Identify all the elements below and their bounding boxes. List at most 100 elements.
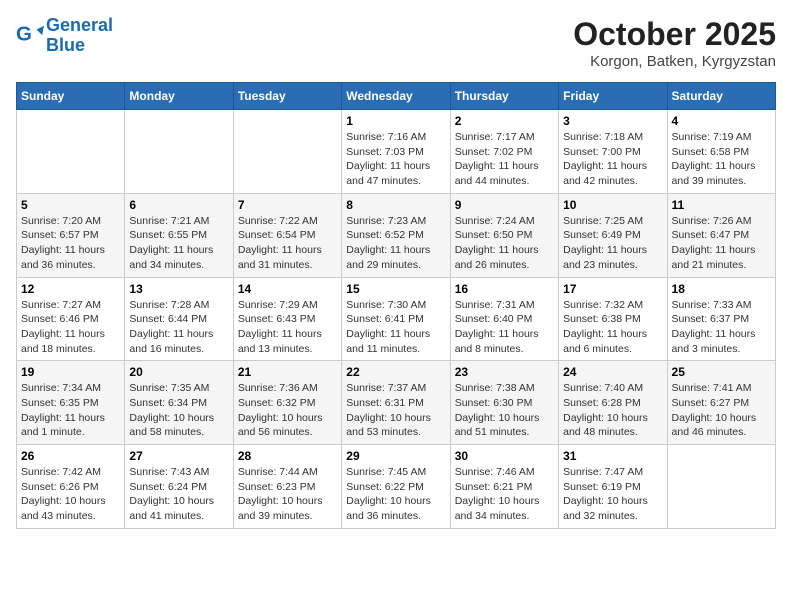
calendar-cell: 23 Sunrise: 7:38 AM Sunset: 6:30 PM Dayli… <box>450 361 558 445</box>
day-number: 15 <box>346 282 445 296</box>
week-row-2: 5Sunrise: 7:20 AM Sunset: 6:57 PM Daylig… <box>17 193 776 277</box>
day-number: 16 <box>455 282 554 296</box>
day-number: 28 <box>238 449 337 463</box>
day-info: Sunrise: 7:17 AM Sunset: 7:02 PM Dayligh… <box>455 130 554 189</box>
weekday-header-sunday: Sunday <box>17 83 125 110</box>
day-number: 19 <box>21 365 120 379</box>
day-info: Sunrise: 7:33 AM Sunset: 6:37 PM Dayligh… <box>672 298 771 357</box>
day-info: Sunrise: 7:30 AM Sunset: 6:41 PM Dayligh… <box>346 298 445 357</box>
day-info: Sunrise: 7:27 AM Sunset: 6:46 PM Dayligh… <box>21 298 120 357</box>
calendar-cell: 10 Sunrise: 7:25 AM Sunset: 6:49 PM Dayli… <box>559 193 667 277</box>
day-number: 14 <box>238 282 337 296</box>
calendar-cell: 2 Sunrise: 7:17 AM Sunset: 7:02 PM Daylig… <box>450 110 558 194</box>
calendar-cell: 13Sunrise: 7:28 AM Sunset: 6:44 PM Dayli… <box>125 277 233 361</box>
calendar-cell: 11 Sunrise: 7:26 AM Sunset: 6:47 PM Dayli… <box>667 193 775 277</box>
logo-text: General Blue <box>46 16 113 56</box>
day-number: 8 <box>346 198 445 212</box>
calendar-cell: 27 Sunrise: 7:43 AM Sunset: 6:24 PM Dayli… <box>125 445 233 529</box>
day-number: 2 <box>455 114 554 128</box>
day-info: Sunrise: 7:21 AM Sunset: 6:55 PM Dayligh… <box>129 214 228 273</box>
weekday-header-thursday: Thursday <box>450 83 558 110</box>
weekday-header-tuesday: Tuesday <box>233 83 341 110</box>
day-info: Sunrise: 7:36 AM Sunset: 6:32 PM Dayligh… <box>238 381 337 440</box>
day-info: Sunrise: 7:29 AM Sunset: 6:43 PM Dayligh… <box>238 298 337 357</box>
day-info: Sunrise: 7:22 AM Sunset: 6:54 PM Dayligh… <box>238 214 337 273</box>
day-number: 3 <box>563 114 662 128</box>
calendar-cell: 6Sunrise: 7:21 AM Sunset: 6:55 PM Daylig… <box>125 193 233 277</box>
day-info: Sunrise: 7:19 AM Sunset: 6:58 PM Dayligh… <box>672 130 771 189</box>
logo-line2: Blue <box>46 35 85 55</box>
day-number: 18 <box>672 282 771 296</box>
day-number: 23 <box>455 365 554 379</box>
weekday-header-wednesday: Wednesday <box>342 83 450 110</box>
day-number: 13 <box>129 282 228 296</box>
day-number: 21 <box>238 365 337 379</box>
calendar-cell: 8Sunrise: 7:23 AM Sunset: 6:52 PM Daylig… <box>342 193 450 277</box>
day-info: Sunrise: 7:43 AM Sunset: 6:24 PM Dayligh… <box>129 465 228 524</box>
calendar-cell: 5Sunrise: 7:20 AM Sunset: 6:57 PM Daylig… <box>17 193 125 277</box>
day-number: 5 <box>21 198 120 212</box>
day-number: 26 <box>21 449 120 463</box>
day-info: Sunrise: 7:47 AM Sunset: 6:19 PM Dayligh… <box>563 465 662 524</box>
calendar-cell: 15 Sunrise: 7:30 AM Sunset: 6:41 PM Dayli… <box>342 277 450 361</box>
day-info: Sunrise: 7:37 AM Sunset: 6:31 PM Dayligh… <box>346 381 445 440</box>
calendar-cell: 31 Sunrise: 7:47 AM Sunset: 6:19 PM Dayli… <box>559 445 667 529</box>
calendar-cell: 30 Sunrise: 7:46 AM Sunset: 6:21 PM Dayli… <box>450 445 558 529</box>
calendar-cell: 9Sunrise: 7:24 AM Sunset: 6:50 PM Daylig… <box>450 193 558 277</box>
day-info: Sunrise: 7:46 AM Sunset: 6:21 PM Dayligh… <box>455 465 554 524</box>
calendar-cell <box>125 110 233 194</box>
calendar-cell: 24Sunrise: 7:40 AM Sunset: 6:28 PM Dayli… <box>559 361 667 445</box>
week-row-3: 12 Sunrise: 7:27 AM Sunset: 6:46 PM Dayli… <box>17 277 776 361</box>
day-number: 12 <box>21 282 120 296</box>
calendar-cell: 18 Sunrise: 7:33 AM Sunset: 6:37 PM Dayli… <box>667 277 775 361</box>
day-number: 11 <box>672 198 771 212</box>
title-block: October 2025 Korgon, Batken, Kyrgyzstan <box>573 16 776 70</box>
calendar-cell: 17Sunrise: 7:32 AM Sunset: 6:38 PM Dayli… <box>559 277 667 361</box>
day-info: Sunrise: 7:34 AM Sunset: 6:35 PM Dayligh… <box>21 381 120 440</box>
weekday-header-friday: Friday <box>559 83 667 110</box>
day-number: 25 <box>672 365 771 379</box>
logo-line1: General <box>46 15 113 35</box>
page-header: G General Blue October 2025 Korgon, Batk… <box>16 16 776 70</box>
day-info: Sunrise: 7:35 AM Sunset: 6:34 PM Dayligh… <box>129 381 228 440</box>
calendar-cell: 21 Sunrise: 7:36 AM Sunset: 6:32 PM Dayli… <box>233 361 341 445</box>
calendar-cell: 29Sunrise: 7:45 AM Sunset: 6:22 PM Dayli… <box>342 445 450 529</box>
day-info: Sunrise: 7:25 AM Sunset: 6:49 PM Dayligh… <box>563 214 662 273</box>
calendar-cell: 4 Sunrise: 7:19 AM Sunset: 6:58 PM Daylig… <box>667 110 775 194</box>
calendar-cell: 16Sunrise: 7:31 AM Sunset: 6:40 PM Dayli… <box>450 277 558 361</box>
week-row-1: 1Sunrise: 7:16 AM Sunset: 7:03 PM Daylig… <box>17 110 776 194</box>
day-number: 22 <box>346 365 445 379</box>
calendar-cell <box>17 110 125 194</box>
day-number: 27 <box>129 449 228 463</box>
day-number: 9 <box>455 198 554 212</box>
calendar-cell: 22 Sunrise: 7:37 AM Sunset: 6:31 PM Dayli… <box>342 361 450 445</box>
day-info: Sunrise: 7:26 AM Sunset: 6:47 PM Dayligh… <box>672 214 771 273</box>
calendar-cell: 12 Sunrise: 7:27 AM Sunset: 6:46 PM Dayli… <box>17 277 125 361</box>
calendar-cell: 20 Sunrise: 7:35 AM Sunset: 6:34 PM Dayli… <box>125 361 233 445</box>
calendar-cell: 26 Sunrise: 7:42 AM Sunset: 6:26 PM Dayli… <box>17 445 125 529</box>
day-info: Sunrise: 7:16 AM Sunset: 7:03 PM Dayligh… <box>346 130 445 189</box>
day-info: Sunrise: 7:32 AM Sunset: 6:38 PM Dayligh… <box>563 298 662 357</box>
day-number: 10 <box>563 198 662 212</box>
day-number: 31 <box>563 449 662 463</box>
logo: G General Blue <box>16 16 113 56</box>
calendar-cell: 19 Sunrise: 7:34 AM Sunset: 6:35 PM Dayli… <box>17 361 125 445</box>
calendar-cell <box>233 110 341 194</box>
day-number: 4 <box>672 114 771 128</box>
weekday-header-row: SundayMondayTuesdayWednesdayThursdayFrid… <box>17 83 776 110</box>
day-number: 20 <box>129 365 228 379</box>
day-number: 29 <box>346 449 445 463</box>
calendar-table: SundayMondayTuesdayWednesdayThursdayFrid… <box>16 82 776 529</box>
day-number: 30 <box>455 449 554 463</box>
svg-text:G: G <box>16 22 32 45</box>
calendar-cell: 3Sunrise: 7:18 AM Sunset: 7:00 PM Daylig… <box>559 110 667 194</box>
calendar-cell: 28 Sunrise: 7:44 AM Sunset: 6:23 PM Dayli… <box>233 445 341 529</box>
logo-icon: G <box>16 22 44 50</box>
location-subtitle: Korgon, Batken, Kyrgyzstan <box>573 53 776 70</box>
day-info: Sunrise: 7:38 AM Sunset: 6:30 PM Dayligh… <box>455 381 554 440</box>
day-info: Sunrise: 7:42 AM Sunset: 6:26 PM Dayligh… <box>21 465 120 524</box>
month-title: October 2025 <box>573 16 776 53</box>
day-info: Sunrise: 7:44 AM Sunset: 6:23 PM Dayligh… <box>238 465 337 524</box>
day-info: Sunrise: 7:40 AM Sunset: 6:28 PM Dayligh… <box>563 381 662 440</box>
calendar-cell: 7Sunrise: 7:22 AM Sunset: 6:54 PM Daylig… <box>233 193 341 277</box>
